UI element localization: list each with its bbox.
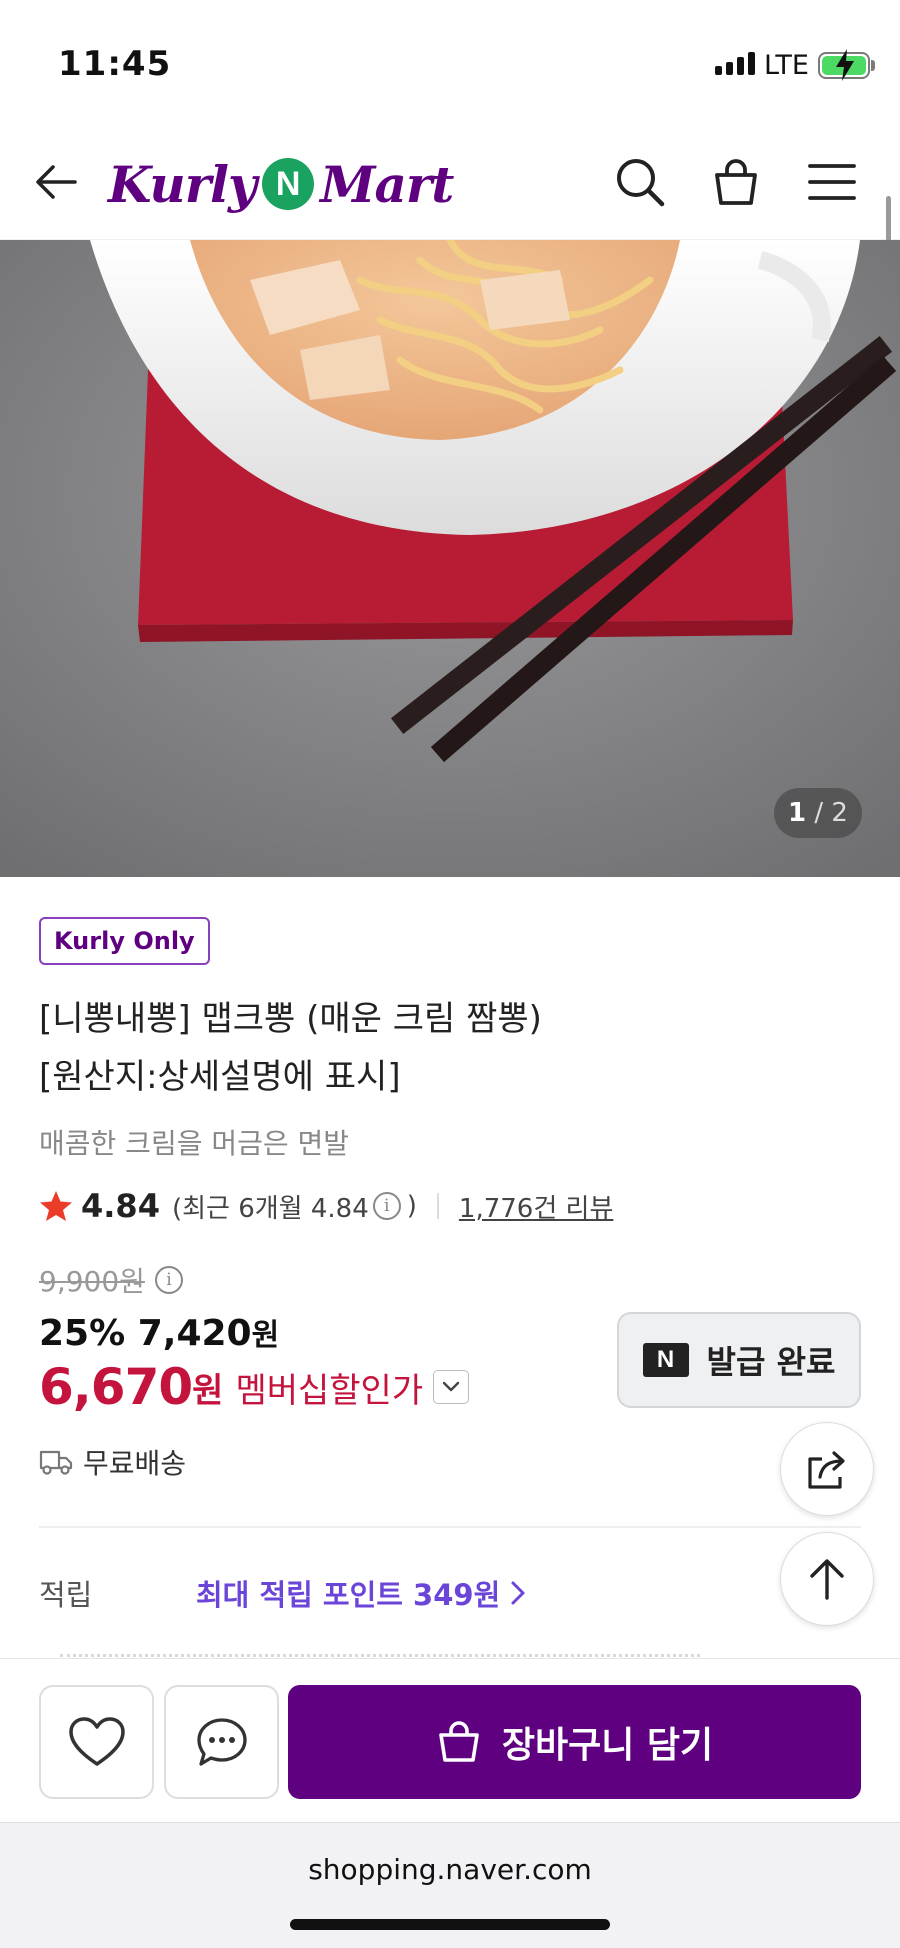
shopping-bag-icon — [715, 159, 757, 205]
star-icon — [40, 1191, 72, 1221]
coupon-label: 발급 완료 — [706, 1343, 836, 1381]
browser-url-bar[interactable]: shopping.naver.com — [0, 1822, 900, 1948]
discount-price-unit: 원 — [251, 1318, 280, 1353]
noodle-dish-photo — [0, 240, 900, 877]
rating-recent: (최근 6개월 4.84 — [171, 1193, 369, 1224]
url-text[interactable]: shopping.naver.com — [0, 1853, 900, 1886]
top-nav-header: Kurly N Mart — [0, 124, 900, 240]
points-label: 적립 — [39, 1578, 93, 1612]
chevron-right-icon — [511, 1581, 525, 1605]
search-button[interactable] — [608, 150, 672, 214]
wishlist-button[interactable] — [39, 1685, 154, 1799]
status-bar: 11:45 LTE — [0, 0, 900, 124]
rating-close-paren: ) — [406, 1191, 417, 1221]
original-price-row: 9,900원 i — [39, 1260, 189, 1300]
max-points-link[interactable]: 최대 적립 포인트 349원 — [196, 1572, 528, 1614]
share-icon — [808, 1451, 845, 1489]
member-price: 6,670 — [39, 1358, 193, 1416]
signal-icon — [715, 52, 755, 75]
member-price-row: 6,670 원 멤버십할인가 — [39, 1358, 470, 1416]
hamburger-menu-icon — [808, 164, 856, 200]
discount-price: 7,420 — [137, 1313, 252, 1354]
member-price-label: 멤버십할인가 — [235, 1370, 424, 1411]
shipping-info: 무료배송 — [39, 1442, 186, 1482]
search-icon — [617, 159, 665, 207]
status-time: 11:45 — [58, 44, 172, 84]
original-price: 9,900원 — [39, 1265, 145, 1298]
shopping-bag-icon — [439, 1721, 479, 1762]
add-to-cart-label: 장바구니 담기 — [501, 1725, 714, 1766]
chat-bubble-icon — [196, 1718, 247, 1766]
menu-button[interactable] — [800, 150, 864, 214]
delivery-truck-icon — [39, 1450, 73, 1475]
shipping-label: 무료배송 — [83, 1447, 187, 1480]
member-price-dropdown[interactable] — [433, 1370, 470, 1404]
naver-n-icon: N — [642, 1343, 689, 1377]
coupon-issued-button[interactable]: N 발급 완료 — [617, 1312, 861, 1408]
separator — [436, 1193, 439, 1219]
discount-rate: 25% — [39, 1313, 126, 1354]
product-subtitle: 매콤한 크림을 머금은 면발 — [39, 1127, 350, 1160]
member-price-unit: 원 — [192, 1370, 224, 1411]
reviews-link[interactable]: 1,776건 리뷰 — [459, 1188, 613, 1225]
scroll-top-button[interactable] — [780, 1532, 874, 1626]
section-divider — [39, 1526, 861, 1528]
product-title: [니뽕내뽕] 맵크뽕 (매운 크림 짬뽕) [원산지:상세설명에 표시] — [39, 999, 542, 1097]
charging-bolt-icon — [836, 49, 854, 81]
kurly-n-mart-logo[interactable]: Kurly N Mart — [108, 146, 454, 222]
network-label: LTE — [764, 50, 809, 81]
share-button[interactable] — [780, 1422, 874, 1516]
kurly-only-badge: Kurly Only — [39, 917, 210, 965]
add-to-cart-button[interactable]: 장바구니 담기 — [288, 1685, 861, 1799]
arrow-left-icon — [36, 165, 77, 199]
home-indicator[interactable] — [290, 1919, 610, 1930]
back-button[interactable] — [24, 150, 88, 214]
rating-score: 4.84 — [81, 1187, 160, 1225]
product-image[interactable] — [0, 240, 900, 877]
chat-button[interactable] — [164, 1685, 279, 1799]
heart-icon — [68, 1717, 125, 1766]
bottom-action-bar: 장바구니 담기 — [0, 1658, 900, 1822]
image-counter: 1 / 2 — [774, 788, 862, 838]
info-icon[interactable]: i — [372, 1192, 401, 1220]
cart-button[interactable] — [704, 150, 768, 214]
price-info-icon[interactable]: i — [154, 1266, 183, 1294]
arrow-up-icon — [810, 1559, 844, 1600]
chevron-down-icon — [442, 1381, 460, 1392]
rating-row: 4.84 (최근 6개월 4.84 i ) 1,776건 리뷰 — [39, 1186, 613, 1226]
discount-price-row: 25% 7,420원 — [39, 1310, 279, 1354]
